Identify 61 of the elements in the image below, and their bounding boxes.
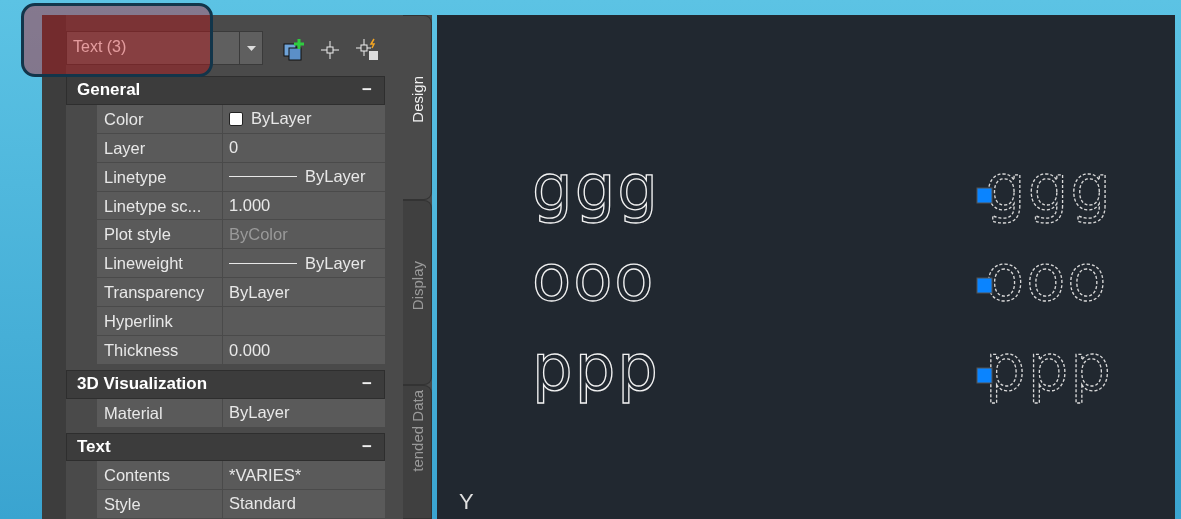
caret-icon <box>246 45 256 51</box>
cad-text[interactable]: ppp <box>975 334 1135 418</box>
line-sample <box>229 262 297 264</box>
section-title: Text <box>77 436 111 457</box>
section-header[interactable]: General − <box>66 76 385 105</box>
collapse-toggle[interactable]: − <box>362 436 372 457</box>
cad-text[interactable]: ooo <box>975 244 1135 328</box>
property-label: Thickness <box>97 336 223 365</box>
collapse-toggle[interactable]: − <box>362 80 372 101</box>
property-label: Material <box>97 398 223 427</box>
property-value: ByLayer <box>229 403 290 423</box>
property-value: 0 <box>229 138 239 158</box>
property-label: Lineweight <box>97 249 223 278</box>
quick-select-icon <box>354 38 379 63</box>
property-row[interactable]: Hyperlink <box>97 307 385 337</box>
cad-text[interactable]: ppp <box>522 334 682 418</box>
cad-text[interactable]: ggg <box>975 154 1135 238</box>
side-tab[interactable]: Design <box>403 15 432 200</box>
property-label: Linetype <box>97 162 223 191</box>
add-objects-icon <box>282 38 306 63</box>
cad-text[interactable]: ggg <box>522 154 682 238</box>
property-label: Hyperlink <box>97 307 223 336</box>
property-row[interactable]: Style Standard <box>97 490 385 519</box>
property-value: 1.000 <box>229 195 271 215</box>
section-header[interactable]: 3D Visualization − <box>66 370 385 399</box>
ucs-axis-label: Y <box>459 489 474 515</box>
property-row[interactable]: Layer 0 <box>97 133 385 163</box>
section-title: 3D Visualization <box>77 374 208 395</box>
side-tab[interactable]: tended Data <box>403 385 432 519</box>
property-row[interactable]: Transparency ByLayer <box>97 278 385 308</box>
property-value: Standard <box>229 494 296 514</box>
property-label: Style <box>97 490 223 518</box>
property-row[interactable]: Thickness 0.000 <box>97 336 385 366</box>
property-label: Plot style <box>97 220 223 249</box>
property-value: ByLayer <box>251 109 312 129</box>
selection-dropdown[interactable]: Text (3) <box>66 31 264 66</box>
property-value: ByLayer <box>229 282 290 302</box>
property-value: *VARIES* <box>229 465 302 485</box>
property-row[interactable]: Linetype sc... 1.000 <box>97 191 385 221</box>
crosshair-icon <box>320 40 341 61</box>
property-row[interactable]: Color ByLayer <box>97 104 385 134</box>
section-header[interactable]: Text − <box>66 432 385 462</box>
property-label: Layer <box>97 133 223 162</box>
section-title: General <box>77 80 141 101</box>
property-label: Transparency <box>97 278 223 307</box>
property-label: Color <box>97 104 223 133</box>
property-value: ByLayer <box>305 167 366 187</box>
property-row[interactable]: Lineweight ByLayer <box>97 249 385 279</box>
side-tab[interactable]: Display <box>403 200 432 385</box>
property-value: ByColor <box>229 224 288 244</box>
property-value: 0.000 <box>229 340 271 360</box>
line-sample <box>229 176 297 178</box>
property-row[interactable]: Contents *VARIES* <box>97 461 385 490</box>
property-row[interactable]: Material ByLayer <box>97 398 385 428</box>
property-value: ByLayer <box>305 253 366 273</box>
collapse-toggle[interactable]: − <box>362 374 372 395</box>
property-label: Contents <box>97 461 223 489</box>
color-swatch <box>229 111 243 126</box>
property-label: Linetype sc... <box>97 191 223 220</box>
cad-text[interactable]: ooo <box>522 244 682 328</box>
property-row[interactable]: Linetype ByLayer <box>97 162 385 192</box>
